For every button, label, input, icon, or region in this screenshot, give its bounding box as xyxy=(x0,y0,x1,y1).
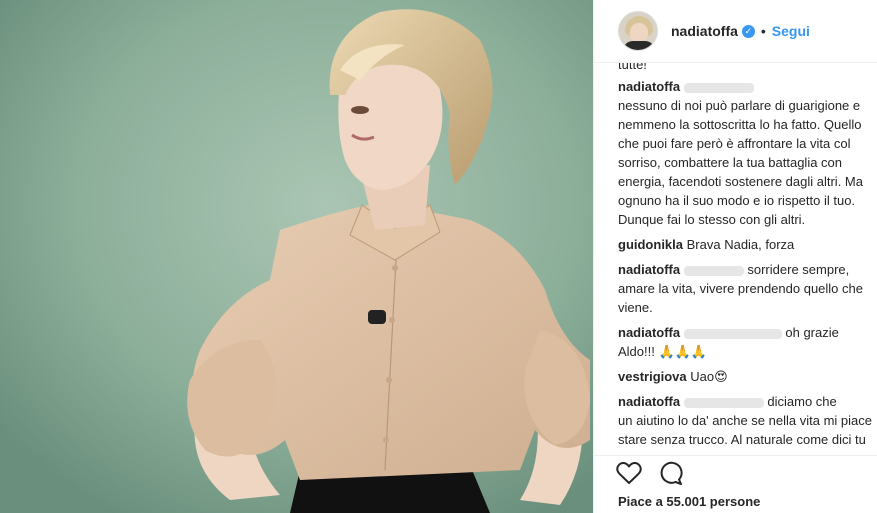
comment-username[interactable]: vestrigiova xyxy=(618,369,687,384)
list-item: nadiatoffa sorridere sempre, amare la vi… xyxy=(618,260,877,317)
post-photo[interactable] xyxy=(0,0,593,513)
redacted-mention xyxy=(683,82,754,93)
post-footer: Piace a 55.001 persone xyxy=(594,455,877,513)
comment-username[interactable]: nadiatoffa xyxy=(618,262,680,277)
separator-dot: • xyxy=(760,23,766,39)
comments-panel: nadiatoffa ✓ • Segui tutte! nadiatoffa n… xyxy=(593,0,877,513)
verified-badge-icon: ✓ xyxy=(741,24,755,38)
comment-text: oh grazie xyxy=(785,325,839,340)
header-username[interactable]: nadiatoffa xyxy=(671,23,738,39)
comment-username[interactable]: guidonikla xyxy=(618,237,683,252)
follow-button[interactable]: Segui xyxy=(772,23,810,39)
comment-text: diciamo che xyxy=(767,394,837,409)
list-item: guidonikla Brava Nadia, forza xyxy=(618,235,877,254)
heart-icon[interactable] xyxy=(616,461,642,485)
redacted-mention xyxy=(683,397,764,408)
list-item: vestrigiova Uao😍 xyxy=(618,367,877,386)
avatar[interactable] xyxy=(618,11,658,51)
comments-list[interactable]: tutte! nadiatoffa nessuno di noi può par… xyxy=(618,63,877,455)
action-bar xyxy=(616,461,684,485)
comment-text: sorridere sempre, xyxy=(747,262,850,277)
comment-text: amare la vita, vivere prendendo quello c… xyxy=(618,281,863,315)
list-item: nadiatoffa oh grazie Aldo!!! 🙏🙏🙏 xyxy=(618,323,877,361)
woman-portrait-image xyxy=(0,0,593,513)
list-item: nadiatoffa nessuno di noi può parlare di… xyxy=(618,77,877,229)
comment-text: Aldo!!! 🙏🙏🙏 xyxy=(618,344,708,359)
comment-text: nessuno di noi può parlare di guarigione… xyxy=(618,98,863,227)
post-header: nadiatoffa ✓ • Segui xyxy=(594,0,877,63)
list-item: nadiatoffa diciamo che un aiutino lo da'… xyxy=(618,392,877,449)
redacted-mention xyxy=(683,328,782,339)
comment-username[interactable]: nadiatoffa xyxy=(618,79,680,94)
comment-username[interactable]: nadiatoffa xyxy=(618,325,680,340)
list-item: tutte! xyxy=(618,63,877,74)
comment-text: un aiutino lo da' anche se nella vita mi… xyxy=(618,413,872,447)
instagram-post: nadiatoffa ✓ • Segui tutte! nadiatoffa n… xyxy=(0,0,877,513)
likes-count[interactable]: Piace a 55.001 persone xyxy=(618,494,760,509)
comment-username[interactable]: nadiatoffa xyxy=(618,394,680,409)
comment-icon[interactable] xyxy=(658,461,684,485)
comment-text: Uao😍 xyxy=(690,369,728,384)
comment-text: tutte! xyxy=(618,63,647,72)
redacted-mention xyxy=(683,265,744,276)
comment-text: Brava Nadia, forza xyxy=(686,237,795,252)
